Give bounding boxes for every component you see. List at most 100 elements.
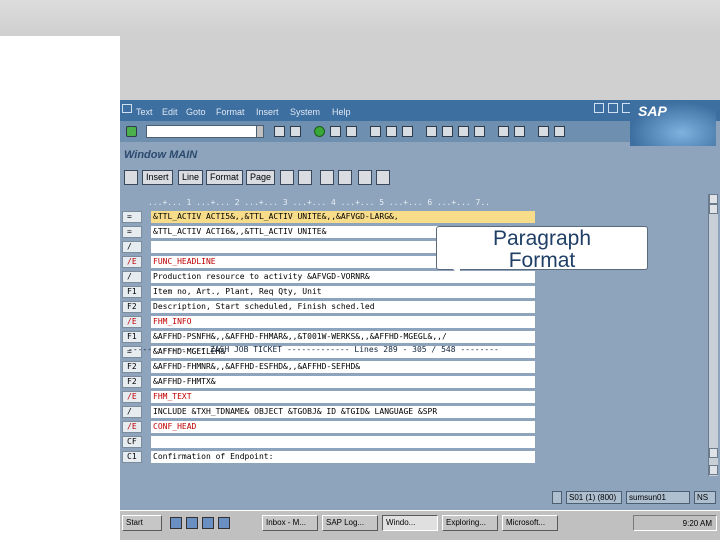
scroll-up-icon[interactable] — [709, 194, 718, 204]
exit-icon[interactable] — [330, 126, 341, 137]
window-menu-icon[interactable] — [122, 104, 132, 113]
line-text[interactable]: &AFFHD-FHMNR&,,&AFFHD-ESFHD&,,&AFFHD-SEF… — [151, 361, 535, 373]
paragraph-format-cell[interactable]: = — [122, 226, 142, 238]
paste-icon[interactable] — [298, 170, 312, 185]
task-window[interactable]: Windo... — [382, 515, 438, 531]
menu-goto[interactable]: Goto — [186, 107, 206, 117]
join-icon[interactable] — [338, 170, 352, 185]
line-text[interactable]: FHM_INFO — [151, 316, 535, 328]
last-page-icon[interactable] — [474, 126, 485, 137]
task-sap-logon[interactable]: SAP Log... — [322, 515, 378, 531]
paragraph-format-cell[interactable]: /E — [122, 421, 142, 433]
start-button[interactable]: Start — [122, 515, 162, 531]
menu-format[interactable]: Format — [216, 107, 245, 117]
paragraph-format-cell[interactable]: F1 — [122, 331, 142, 343]
menu-text[interactable]: Text — [136, 107, 153, 117]
status-server: sumsun01 — [626, 491, 690, 504]
save-icon[interactable] — [290, 126, 301, 137]
desktop-icon[interactable] — [202, 517, 214, 529]
shortcut-icon[interactable] — [514, 126, 525, 137]
menu-edit[interactable]: Edit — [162, 107, 178, 117]
move-icon[interactable] — [358, 170, 372, 185]
line-text[interactable]: &AFFHD-PSNFH&,,&AFFHD-FHMAR&,,&T001W-WER… — [151, 331, 535, 343]
line-text[interactable]: CONF_HEAD — [151, 421, 535, 433]
line-button[interactable]: Line — [178, 170, 204, 185]
editor-line[interactable]: F2 &AFFHD-FHMNR&,,&AFFHD-ESFHD&,,&AFFHD-S… — [120, 361, 540, 373]
editor-line[interactable]: CF — [120, 436, 540, 448]
paragraph-format-cell[interactable]: /E — [122, 256, 142, 268]
paragraph-format-cell[interactable]: C1 — [122, 451, 142, 463]
editor-line[interactable]: = &TTL_ACTIV ACTI5&,,&TTL_ACTIV UNITE&,,&… — [120, 211, 540, 223]
first-page-icon[interactable] — [426, 126, 437, 137]
editor-line[interactable]: / Production resource to activity &AFVGD-… — [120, 271, 540, 283]
format-button[interactable]: Format — [206, 170, 243, 185]
print-icon[interactable] — [370, 126, 381, 137]
paragraph-format-cell[interactable]: /E — [122, 391, 142, 403]
page-button[interactable]: Page — [246, 170, 276, 185]
line-text[interactable]: Production resource to activity &AFVGD-V… — [151, 271, 535, 283]
vertical-scrollbar[interactable] — [708, 194, 718, 476]
editor-line[interactable]: /E CONF_HEAD — [120, 421, 540, 433]
copy-icon[interactable] — [280, 170, 294, 185]
find-next-icon[interactable] — [402, 126, 413, 137]
line-text[interactable]: Description, Start scheduled, Finish sch… — [151, 301, 535, 313]
paragraph-format-cell[interactable]: /E — [122, 316, 142, 328]
command-field[interactable] — [146, 125, 264, 138]
line-text[interactable]: Confirmation of Endpoint: — [151, 451, 535, 463]
task-exploring[interactable]: Exploring... — [442, 515, 498, 531]
line-text[interactable]: INCLUDE &TXH_TDNAME& OBJECT &TGOBJ& ID &… — [151, 406, 535, 418]
line-text[interactable] — [151, 436, 535, 448]
reset-icon[interactable] — [376, 170, 390, 185]
editor-line[interactable]: C1 Confirmation of Endpoint: — [120, 451, 540, 463]
status-toggle-icon[interactable] — [552, 491, 562, 504]
help-icon[interactable] — [538, 126, 549, 137]
editor-line[interactable]: F1 &AFFHD-PSNFH&,,&AFFHD-FHMAR&,,&T001W-W… — [120, 331, 540, 343]
task-microsoft[interactable]: Microsoft... — [502, 515, 558, 531]
page-up-icon[interactable] — [709, 204, 718, 214]
split-icon[interactable] — [320, 170, 334, 185]
paragraph-format-cell[interactable]: CF — [122, 436, 142, 448]
line-text[interactable]: FHM_TEXT — [151, 391, 535, 403]
editor-line[interactable]: /E FHM_TEXT — [120, 391, 540, 403]
paragraph-format-cell[interactable]: / — [122, 271, 142, 283]
scroll-handle[interactable] — [709, 448, 718, 458]
editor-line[interactable]: F1 Item no, Art., Plant, Req Qty, Unit — [120, 286, 540, 298]
sap-logo-text: SAP — [638, 103, 667, 119]
quicklaunch-more-icon[interactable] — [218, 517, 230, 529]
maximize-icon[interactable] — [608, 103, 618, 113]
insert-button[interactable]: Insert — [142, 170, 173, 185]
paragraph-format-cell[interactable]: / — [122, 241, 142, 253]
paragraph-format-cell[interactable]: / — [122, 406, 142, 418]
paragraph-format-cell[interactable]: F2 — [122, 301, 142, 313]
line-text[interactable]: &AFFHD-FHMTX& — [151, 376, 535, 388]
back-icon[interactable] — [314, 126, 325, 137]
cancel-icon[interactable] — [346, 126, 357, 137]
create-session-icon[interactable] — [498, 126, 509, 137]
paragraph-format-cell[interactable]: F2 — [122, 376, 142, 388]
edit-icon[interactable] — [124, 170, 138, 185]
command-dropdown-icon[interactable] — [256, 125, 264, 138]
editor-line[interactable]: / INCLUDE &TXH_TDNAME& OBJECT &TGOBJ& ID … — [120, 406, 540, 418]
enter-check-icon[interactable] — [126, 126, 137, 137]
scroll-down-icon[interactable] — [709, 465, 718, 475]
editor-line[interactable]: F2 &AFFHD-FHMTX& — [120, 376, 540, 388]
line-text[interactable]: &TTL_ACTIV ACTI5&,,&TTL_ACTIV UNITE&,,&A… — [151, 211, 535, 223]
next-page-icon[interactable] — [458, 126, 469, 137]
task-inbox[interactable]: Inbox - M... — [262, 515, 318, 531]
paragraph-format-cell[interactable]: F2 — [122, 361, 142, 373]
previous-page-icon[interactable] — [442, 126, 453, 137]
ie-icon[interactable] — [170, 517, 182, 529]
paragraph-format-cell[interactable]: F1 — [122, 286, 142, 298]
layout-menu-icon[interactable] — [554, 126, 565, 137]
paragraph-format-cell[interactable]: = — [122, 211, 142, 223]
menu-system[interactable]: System — [290, 107, 320, 117]
menu-insert[interactable]: Insert — [256, 107, 279, 117]
line-text[interactable]: Item no, Art., Plant, Req Qty, Unit — [151, 286, 535, 298]
outlook-icon[interactable] — [186, 517, 198, 529]
back-arrow-icon[interactable] — [274, 126, 285, 137]
editor-line[interactable]: F2 Description, Start scheduled, Finish s… — [120, 301, 540, 313]
editor-line[interactable]: /E FHM_INFO — [120, 316, 540, 328]
find-icon[interactable] — [386, 126, 397, 137]
minimize-icon[interactable] — [594, 103, 604, 113]
menu-help[interactable]: Help — [332, 107, 351, 117]
